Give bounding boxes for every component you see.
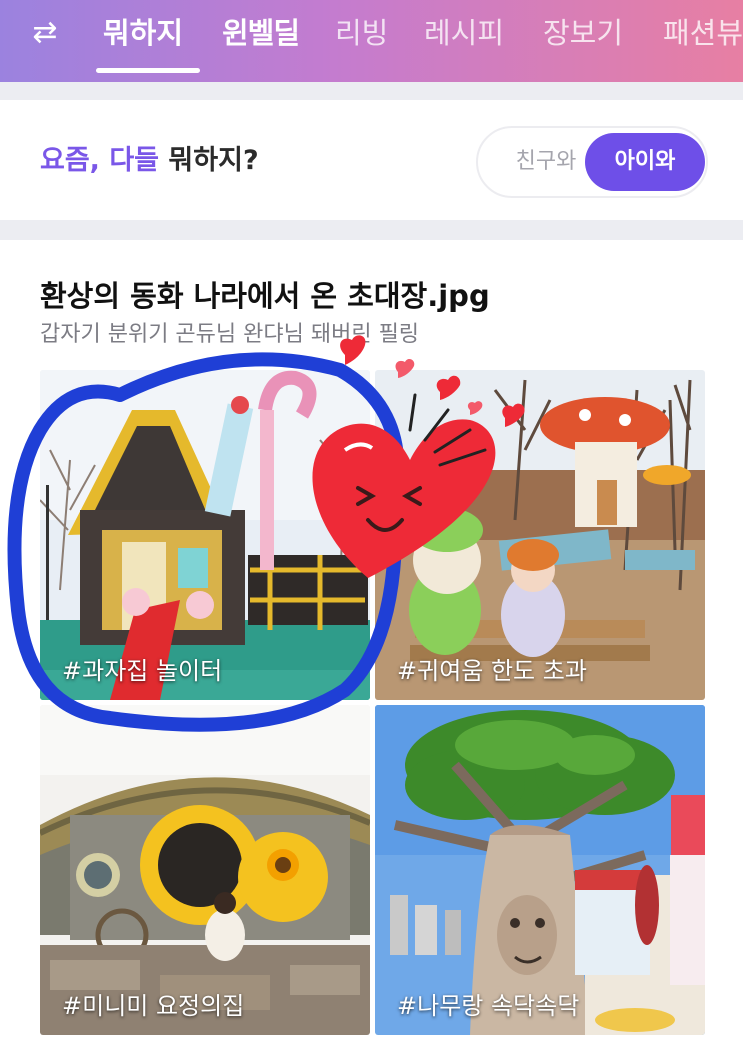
headline-highlight: 요즘, 다들 <box>40 145 160 176</box>
tab-what-to-do[interactable]: 뭐하지 <box>103 12 183 54</box>
toggle-option-kids[interactable]: 아이와 <box>585 133 705 191</box>
photo-tile-talking-tree[interactable]: #나무랑 속닥속닥 <box>375 705 705 1035</box>
post-subtitle: 갑자기 분위기 곤듀님 완댜님 돼버린 필링 <box>40 322 420 347</box>
companion-toggle[interactable]: 친구와 아이와 <box>476 126 708 198</box>
tab-living[interactable]: 리빙 <box>335 12 388 54</box>
tab-wonder-deal[interactable]: 윈벨딜 <box>222 12 300 54</box>
tile-label: #나무랑 속닥속닥 <box>397 992 580 1020</box>
swap-arrows-icon[interactable]: ⇄ <box>22 18 68 48</box>
tile-label: #미니미 요정의집 <box>62 992 245 1020</box>
photo-tile-fairy-house[interactable]: #미니미 요정의집 <box>40 705 370 1035</box>
tile-label: #귀여움 한도 초과 <box>397 657 587 685</box>
section-headline: 요즘, 다들 뭐하지? <box>40 138 259 177</box>
post-title[interactable]: 환상의 동화 나라에서 온 초대장.jpg <box>40 273 490 315</box>
tab-fashion-beauty[interactable]: 패션뷰 <box>663 12 743 54</box>
headline-rest: 뭐하지? <box>159 145 259 176</box>
post-card: 환상의 동화 나라에서 온 초대장.jpg 갑자기 분위기 곤듀님 완댜님 돼버… <box>0 240 743 1039</box>
active-tab-indicator <box>96 68 200 73</box>
tab-recipe[interactable]: 레시피 <box>424 12 504 54</box>
tab-grocery[interactable]: 장보기 <box>543 12 623 54</box>
section-header-card: 요즘, 다들 뭐하지? 친구와 아이와 <box>0 100 743 220</box>
photo-tile-candy-house[interactable]: #과자집 놀이터 <box>40 370 370 700</box>
tile-label: #과자집 놀이터 <box>62 657 223 685</box>
photo-tile-cute-statues[interactable]: #귀여움 한도 초과 <box>375 370 705 700</box>
top-navigation: ⇄ 뭐하지 윈벨딜 리빙 레시피 장보기 패션뷰 <box>0 0 743 82</box>
toggle-option-friends[interactable]: 친구와 <box>492 128 600 196</box>
